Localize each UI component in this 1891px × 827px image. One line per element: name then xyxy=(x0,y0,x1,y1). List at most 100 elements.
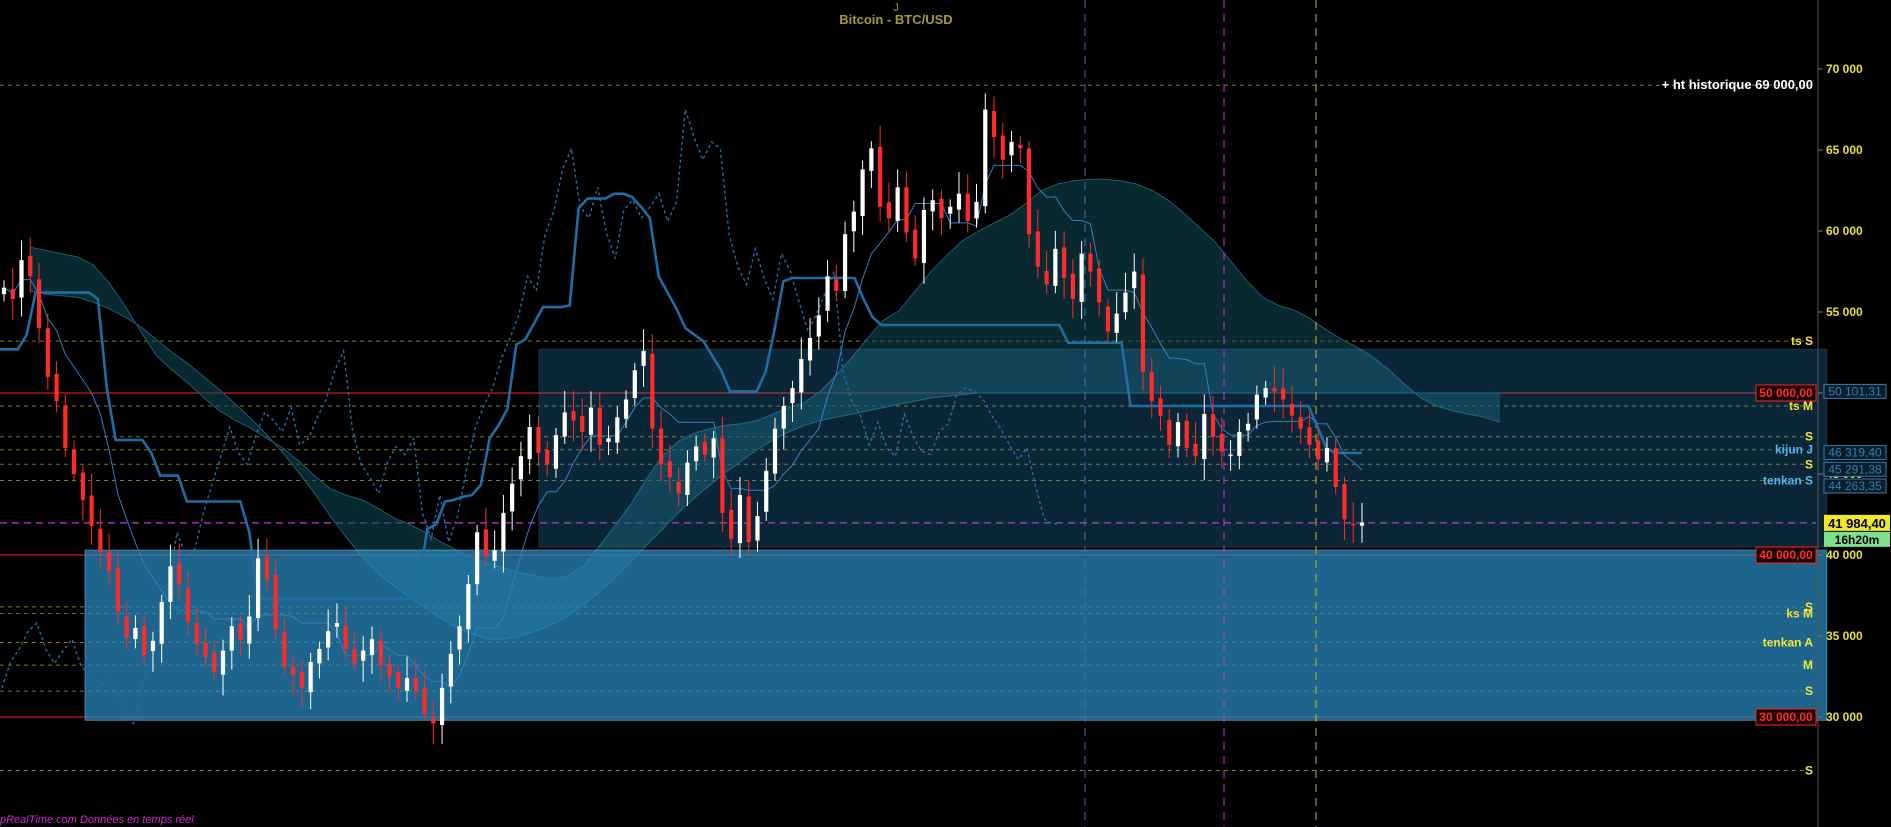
bull-candle xyxy=(781,405,786,429)
bull-candle xyxy=(133,627,138,640)
bear-candle xyxy=(483,529,488,557)
indicator-label: kijun J xyxy=(1775,443,1813,457)
bear-candle xyxy=(939,198,944,219)
bear-candle xyxy=(71,449,77,474)
bull-candle xyxy=(150,640,156,652)
bull-candle xyxy=(492,550,497,561)
bear-candle xyxy=(1272,388,1277,392)
bull-candle xyxy=(685,462,690,495)
indicator-label: S xyxy=(1805,684,1813,698)
bear-candle xyxy=(597,407,602,445)
bear-candle xyxy=(142,626,147,656)
y-tick-label: 55 000 xyxy=(1826,305,1863,319)
bull-candle xyxy=(921,209,927,263)
bull-candle xyxy=(1228,454,1233,457)
indicator-label: S xyxy=(1805,763,1813,777)
indicator-label: S xyxy=(1805,457,1813,471)
bear-candle xyxy=(264,556,269,580)
bear-candle xyxy=(746,496,751,543)
bull-candle xyxy=(641,350,646,366)
bear-candle xyxy=(1026,148,1032,235)
level-tag-label: 50 000,00 xyxy=(1759,386,1813,400)
bull-candle xyxy=(1079,253,1084,302)
bull-candle xyxy=(799,358,804,393)
bear-candle xyxy=(422,688,427,714)
bull-candle xyxy=(1114,313,1119,333)
indicator-label: tenkan S xyxy=(1763,473,1813,487)
bear-candle xyxy=(965,193,970,222)
bull-candle xyxy=(895,187,900,221)
bear-candle xyxy=(28,255,33,277)
bear-candle xyxy=(702,442,708,455)
bear-candle xyxy=(212,652,217,672)
bear-candle xyxy=(886,202,891,219)
bear-candle xyxy=(580,416,585,432)
bull-candle xyxy=(790,388,795,404)
bear-candle xyxy=(571,410,576,421)
bull-candle xyxy=(1263,388,1268,398)
value-tag-label: 50 101,31 xyxy=(1828,384,1882,398)
bull-candle xyxy=(527,427,532,460)
bull-candle xyxy=(1123,292,1128,313)
bull-candle xyxy=(510,483,515,512)
bear-candle xyxy=(54,373,59,402)
bear-candle xyxy=(273,574,278,630)
bull-candle xyxy=(501,512,506,552)
bear-candle xyxy=(1342,484,1347,520)
bull-candle xyxy=(326,631,331,648)
bull-candle xyxy=(974,201,979,219)
bull-candle xyxy=(588,407,594,435)
bear-candle xyxy=(194,622,199,645)
bear-candle xyxy=(729,509,734,539)
bear-candle xyxy=(352,648,357,664)
bear-candle xyxy=(291,666,296,675)
bull-candle xyxy=(369,639,375,655)
bear-candle xyxy=(1167,420,1172,445)
bear-candle xyxy=(203,642,208,658)
bear-candle xyxy=(1062,247,1067,278)
bull-candle xyxy=(1237,431,1242,457)
bear-candle xyxy=(1140,274,1146,372)
bear-candle xyxy=(387,663,392,677)
y-tick-label: 70 000 xyxy=(1826,62,1863,76)
bull-candle xyxy=(851,211,856,232)
bull-candle xyxy=(159,601,164,644)
value-tag-label: 46 319,40 xyxy=(1828,446,1882,460)
bear-candle xyxy=(1149,371,1154,402)
bear-candle xyxy=(1210,414,1216,437)
bear-candle xyxy=(431,718,436,724)
indicator-label: S xyxy=(1805,430,1813,444)
countdown-label: 16h20m xyxy=(1835,533,1880,547)
level-tag-label: 40 000,00 xyxy=(1759,548,1813,562)
bull-candle xyxy=(457,626,462,650)
bear-candle xyxy=(10,289,15,300)
bull-candle xyxy=(606,438,611,442)
bear-candle xyxy=(658,428,664,465)
candlestick-chart: 70 00065 00060 00055 00050 00045 00040 0… xyxy=(0,0,1891,827)
bear-candle xyxy=(1307,427,1312,445)
bear-candle xyxy=(115,568,120,612)
bull-candle xyxy=(1132,271,1137,289)
bear-candle xyxy=(1289,403,1295,416)
indicator-label: ks M xyxy=(1786,606,1813,620)
bear-candle xyxy=(1035,231,1040,267)
bear-candle xyxy=(413,678,418,692)
bear-candle xyxy=(991,110,997,138)
bull-candle xyxy=(711,438,716,458)
bear-candle xyxy=(1219,433,1224,452)
bull-candle xyxy=(1,287,7,295)
bear-candle xyxy=(1281,388,1286,400)
bear-candle xyxy=(1105,306,1111,332)
bull-candle xyxy=(623,399,629,419)
bear-candle xyxy=(1184,420,1189,449)
bull-candle xyxy=(869,148,874,171)
bear-candle xyxy=(1333,448,1338,487)
bear-candle xyxy=(1088,253,1093,272)
bear-candle xyxy=(650,353,655,429)
bull-candle xyxy=(737,495,743,544)
bull-candle xyxy=(404,678,410,691)
bear-candle xyxy=(1044,271,1049,285)
bear-candle xyxy=(545,450,550,465)
bull-candle xyxy=(562,412,567,437)
bear-candle xyxy=(1316,440,1321,460)
